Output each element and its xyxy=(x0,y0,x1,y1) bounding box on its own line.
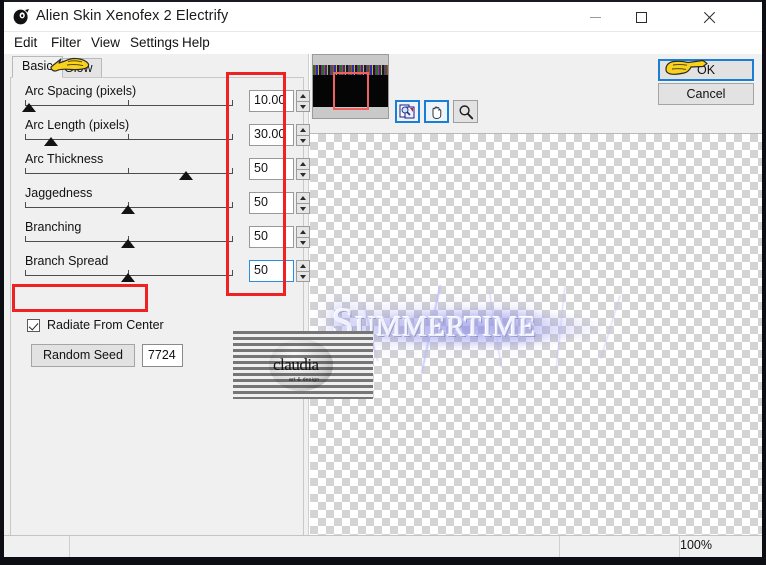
param-value-input[interactable]: 50 xyxy=(249,260,294,282)
hand-pan-icon[interactable] xyxy=(424,100,449,123)
spinner-up-icon[interactable] xyxy=(296,158,310,169)
slider-thumb[interactable] xyxy=(179,171,193,180)
spinner-up-icon[interactable] xyxy=(296,226,310,237)
menu-item-view[interactable]: View xyxy=(87,34,124,51)
param-value-input[interactable]: 50 xyxy=(249,226,294,248)
param-label: Branch Spread xyxy=(25,254,109,268)
window-frame-bottom xyxy=(0,557,766,565)
menu-item-help[interactable]: Help xyxy=(178,34,214,51)
spinner-arc-thickness[interactable] xyxy=(296,158,310,180)
spinner-up-icon[interactable] xyxy=(296,90,310,101)
zoom-level: 100% xyxy=(680,538,712,552)
param-label: Arc Thickness xyxy=(25,152,104,166)
slider-track[interactable] xyxy=(25,105,233,106)
radiate-from-center-checkbox[interactable]: Radiate From Center xyxy=(27,318,164,332)
status-bar: 100% xyxy=(4,535,762,558)
slider-thumb[interactable] xyxy=(22,103,36,112)
param-label: Arc Spacing (pixels) xyxy=(25,84,137,98)
window-title: Alien Skin Xenofex 2 Electrify xyxy=(36,8,229,24)
param-row-branching: Branching 50 xyxy=(11,220,310,254)
window-frame-left xyxy=(0,0,4,565)
preview-thumbnail[interactable] xyxy=(312,54,389,119)
spinner-down-icon[interactable] xyxy=(296,135,310,146)
alien-skin-icon xyxy=(12,8,30,26)
param-label: Branching xyxy=(25,220,82,234)
spinner-down-icon[interactable] xyxy=(296,271,310,282)
param-label: Arc Length (pixels) xyxy=(25,118,130,132)
slider-track[interactable] xyxy=(25,173,233,174)
window-frame-top xyxy=(0,0,766,2)
spinner-down-icon[interactable] xyxy=(296,203,310,214)
window-frame-right xyxy=(762,0,766,565)
spinner-down-icon[interactable] xyxy=(296,169,310,180)
spinner-arc-spacing[interactable] xyxy=(296,90,310,112)
application-window: Alien Skin Xenofex 2 Electrify Edit Filt… xyxy=(0,0,766,565)
menu-bar: Edit Filter View Settings Help xyxy=(4,32,762,54)
menu-item-settings[interactable]: Settings xyxy=(126,34,183,51)
claudia-watermark: claudia art & design xyxy=(233,331,373,399)
spinner-branching[interactable] xyxy=(296,226,310,248)
parameters-panel: Glow Basic Arc Spacing (pixels) 10.00 Ar… xyxy=(4,54,310,543)
spinner-jaggedness[interactable] xyxy=(296,192,310,214)
spinner-branch-spread[interactable] xyxy=(296,260,310,282)
param-row-arc-length: Arc Length (pixels) 30.00 xyxy=(11,118,310,152)
random-seed-value[interactable]: 7724 xyxy=(141,344,183,367)
maximize-icon[interactable] xyxy=(618,2,664,32)
param-value-input[interactable]: 50 xyxy=(249,192,294,214)
param-value-input[interactable]: 50 xyxy=(249,158,294,180)
spinner-down-icon[interactable] xyxy=(296,237,310,248)
spinner-arc-length[interactable] xyxy=(296,124,310,146)
title-bar: Alien Skin Xenofex 2 Electrify xyxy=(4,2,762,32)
param-value-input[interactable]: 30.00 xyxy=(249,124,294,146)
slider-thumb[interactable] xyxy=(121,273,135,282)
zoom-magnifier-icon[interactable] xyxy=(453,100,478,123)
checkbox-checked-icon[interactable] xyxy=(27,318,40,332)
spinner-down-icon[interactable] xyxy=(296,101,310,112)
close-icon[interactable] xyxy=(686,2,732,32)
navigator-icon[interactable] xyxy=(395,100,420,123)
spinner-up-icon[interactable] xyxy=(296,192,310,203)
param-row-jaggedness: Jaggedness 50 xyxy=(11,186,310,220)
param-row-branch-spread: Branch Spread 50 xyxy=(11,254,310,288)
ok-pointer-hand xyxy=(663,52,711,87)
slider-thumb[interactable] xyxy=(121,205,135,214)
random-seed-button[interactable]: Random Seed xyxy=(31,344,135,367)
tab-pointer-hand xyxy=(48,48,92,83)
image-canvas[interactable]: Summertime xyxy=(310,133,762,543)
checkbox-label: Radiate From Center xyxy=(47,318,164,332)
slider-thumb[interactable] xyxy=(44,137,58,146)
random-seed-row: Random Seed 7724 xyxy=(31,344,183,367)
thumbnail-selection-rect[interactable] xyxy=(333,72,369,110)
param-value-input[interactable]: 10.00 xyxy=(249,90,294,112)
slider-thumb[interactable] xyxy=(121,239,135,248)
param-row-arc-thickness: Arc Thickness 50 xyxy=(11,152,310,186)
param-label: Jaggedness xyxy=(25,186,93,200)
preview-toolbar xyxy=(395,100,478,123)
param-row-arc-spacing: Arc Spacing (pixels) 10.00 xyxy=(11,84,310,118)
minimize-icon[interactable] xyxy=(572,2,618,32)
spinner-up-icon[interactable] xyxy=(296,260,310,271)
watermark-stripes xyxy=(233,331,373,399)
menu-item-edit[interactable]: Edit xyxy=(10,34,41,51)
spinner-up-icon[interactable] xyxy=(296,124,310,135)
parameters-body: Arc Spacing (pixels) 10.00 Arc Length (p… xyxy=(10,77,310,539)
